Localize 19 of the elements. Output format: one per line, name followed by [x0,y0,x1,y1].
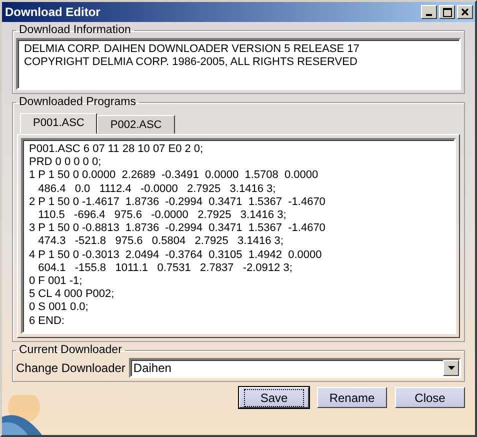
dialog-button[interactable]: Close [395,387,465,408]
close-icon-button[interactable] [457,5,473,19]
field-label: Change Downloader [16,361,126,375]
dropdown-arrow-icon [448,366,454,370]
minimize-button[interactable] [421,5,437,19]
group-label: Current Downloader [18,344,123,356]
maximize-button[interactable] [439,5,455,19]
window-title: Download Editor [5,5,102,19]
information-box: DELMIA CORP. DAIHEN DOWNLOADER VERSION 5 RELEASE 17 COPYRIGHT DELMIA CORP. 1986-2005, ALL RIGHTS RESERVED [16,38,461,90]
group-label: Downloaded Programs [18,96,137,108]
tab[interactable]: P002.ASC [97,115,175,134]
dialog-button[interactable]: Save [239,387,309,408]
tab[interactable]: P001.ASC [20,113,98,134]
downloader-dropdown[interactable]: Daihen [129,358,461,378]
close-icon [461,8,469,16]
dialog-button[interactable]: Rename [317,387,387,408]
maximize-icon [442,8,452,16]
group-label: Download Information [18,24,132,36]
program-text-box[interactable]: P001.ASC 6 07 11 28 10 07 E0 2 0; PRD 0 0 0 0 0; 1 P 1 50 0 0.0000 2.2689 -0.3491 0.0000 1.5708 0.0000 486.4 0.0 1112.4 -0.0000 2.7925 3.1416 3; 2 P 1 50 0 -1.4617 1.8736 -0.2994 0.3471 1.5367 -1.4670 110.5 -696.4 975.6 -0.0000 2.7925 3.1416 3; 3 P 1 50 0 -0.8813 1.8736 -0.2994 0.3471 1.5367 -1.4670 474.3 -521.8 975.6 0.5804 2.7925 3.1416 3; 4 P 1 50 0 -0.3013 2.0494 -0.3764 0.3105 1.4942 0.0000 604.1 -155.8 1011.1 0.7531 2.7837 -2.0912 3; 0 F 001 -1; 5 CL 4 000 P002; 0 S 001 0.0; 6 END: [21,138,456,334]
